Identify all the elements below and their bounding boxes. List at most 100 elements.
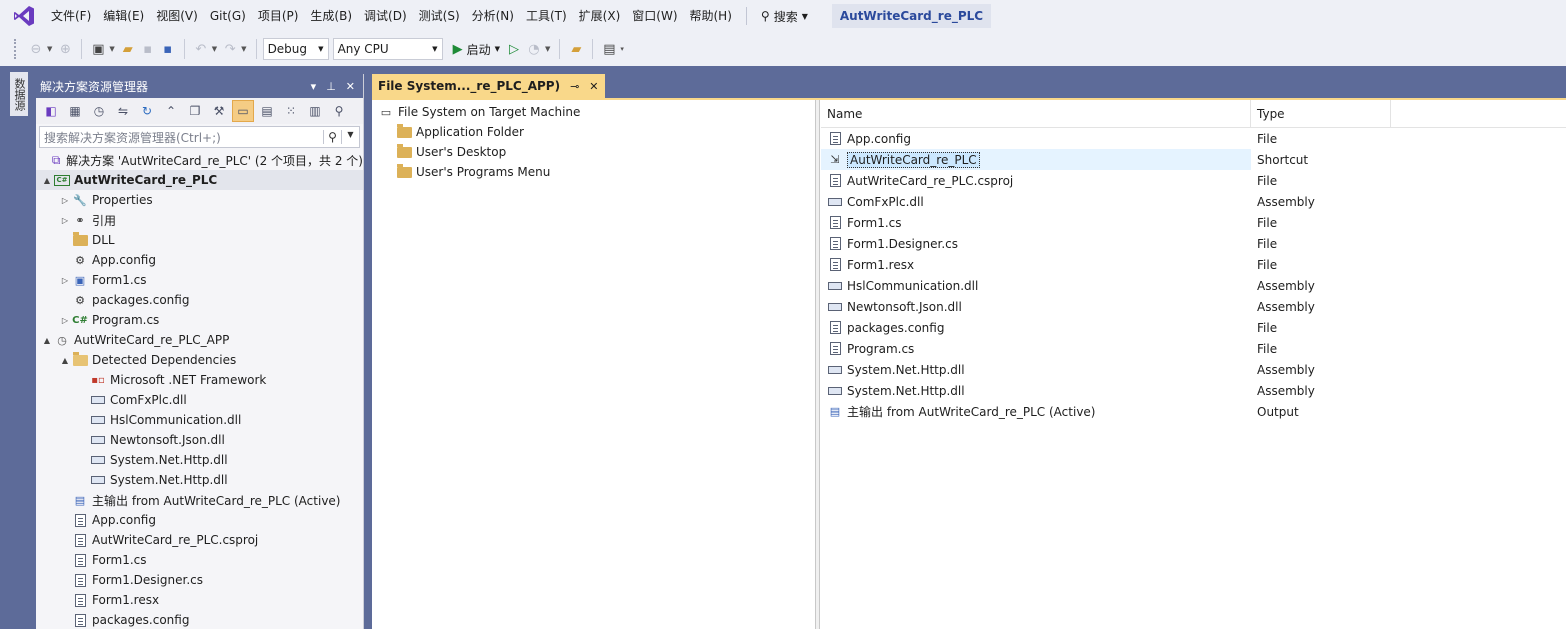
tree-item[interactable]: ▤ 主输出 from AutWriteCard_re_PLC (Active)	[36, 490, 363, 510]
tree-item[interactable]: ⚙ App.config	[36, 250, 363, 270]
start-without-debugging-icon[interactable]: ▷	[504, 38, 524, 60]
tree-item[interactable]: System.Net.Http.dll	[36, 470, 363, 490]
tree-item[interactable]: packages.config	[36, 610, 363, 629]
menu-item[interactable]: 扩展(X)	[573, 0, 627, 32]
tree-item[interactable]: AutWriteCard_re_PLC.csproj	[36, 530, 363, 550]
navigate-back-icon[interactable]: ⊖	[26, 38, 46, 60]
data-sources-tab[interactable]: 数据源	[10, 72, 28, 116]
save-icon[interactable]: ▪	[138, 38, 158, 60]
menu-item[interactable]: 文件(F)	[45, 0, 97, 32]
pin-icon[interactable]: ⊥	[326, 80, 336, 93]
tree-item[interactable]: ComFxPlc.dll	[36, 390, 363, 410]
list-item[interactable]: Program.cs File	[821, 338, 1566, 359]
preview-selected-items-icon[interactable]: ▭	[232, 100, 254, 122]
fs-tree-item[interactable]: User's Programs Menu	[372, 162, 815, 182]
list-item[interactable]: ▤ 主输出 from AutWriteCard_re_PLC (Active) Ou…	[821, 401, 1566, 422]
fs-tree-item[interactable]: User's Desktop	[372, 142, 815, 162]
expand-toggle-icon[interactable]: ▷	[58, 316, 72, 325]
menu-item[interactable]: Git(G)	[204, 0, 252, 32]
fs-tree-item[interactable]: Application Folder	[372, 122, 815, 142]
tree-item[interactable]: Newtonsoft.Json.dll	[36, 430, 363, 450]
tree-item[interactable]: DLL	[36, 230, 363, 250]
new-project-icon[interactable]: ▣	[88, 38, 108, 60]
navigate-forward-icon[interactable]: ⊕	[55, 38, 75, 60]
collapse-all-icon[interactable]: ⌃	[160, 100, 182, 122]
column-header-type[interactable]: Type	[1251, 100, 1391, 127]
hot-reload-dropdown-icon[interactable]: ▼	[545, 45, 550, 53]
tree-item[interactable]: HslCommunication.dll	[36, 410, 363, 430]
file-types-editor-icon[interactable]: ▥	[304, 100, 326, 122]
properties-icon[interactable]: ⚒	[208, 100, 230, 122]
close-tab-icon[interactable]: ✕	[589, 80, 598, 93]
toolbar-grip[interactable]	[14, 39, 18, 59]
expand-toggle-icon[interactable]: ▲	[40, 176, 54, 185]
undo-dropdown-icon[interactable]: ▼	[212, 45, 217, 53]
switch-views-icon[interactable]: ◧	[40, 100, 62, 122]
expand-toggle-icon[interactable]: ▲	[58, 356, 72, 365]
tab-file-system[interactable]: File System..._re_PLC_APP) ⊸ ✕	[372, 74, 605, 98]
sync-with-document-icon[interactable]: ⇋	[112, 100, 134, 122]
back-dropdown-icon[interactable]: ▼	[47, 45, 52, 53]
tree-item[interactable]: ▷ C# Program.cs	[36, 310, 363, 330]
tree-item[interactable]: ▲ C# AutWriteCard_re_PLC	[36, 170, 363, 190]
tree-item[interactable]: ⚙ packages.config	[36, 290, 363, 310]
list-item[interactable]: System.Net.Http.dll Assembly	[821, 380, 1566, 401]
tree-item[interactable]: Form1.resx	[36, 590, 363, 610]
tree-item[interactable]: Form1.Designer.cs	[36, 570, 363, 590]
search-options-icon[interactable]: ▼	[341, 130, 359, 144]
file-system-editor-icon[interactable]: ▤	[256, 100, 278, 122]
menu-item[interactable]: 分析(N)	[466, 0, 520, 32]
expand-toggle-icon[interactable]: ▷	[58, 276, 72, 285]
menu-item[interactable]: 编辑(E)	[97, 0, 150, 32]
tree-item[interactable]: ⧉ 解决方案 'AutWriteCard_re_PLC' (2 个项目，共 2 个…	[36, 150, 363, 170]
home-icon[interactable]: ▦	[64, 100, 86, 122]
window-position-icon[interactable]: ▾	[311, 80, 317, 93]
refresh-icon[interactable]: ↻	[136, 100, 158, 122]
start-debugging-button[interactable]: ▶ 启动 ▼	[449, 41, 504, 58]
menu-item[interactable]: 帮助(H)	[684, 0, 738, 32]
new-dropdown-icon[interactable]: ▼	[109, 45, 114, 53]
menu-item[interactable]: 工具(T)	[520, 0, 573, 32]
toolbar-options-icon[interactable]: ▾	[620, 45, 624, 53]
list-item[interactable]: App.config File	[821, 128, 1566, 149]
pin-tab-icon[interactable]: ⊸	[570, 80, 579, 93]
close-icon[interactable]: ✕	[346, 80, 355, 93]
tree-item[interactable]: ▷ ▣ Form1.cs	[36, 270, 363, 290]
menu-item[interactable]: 生成(B)	[304, 0, 358, 32]
redo-dropdown-icon[interactable]: ▼	[241, 45, 246, 53]
expand-toggle-icon[interactable]: ▲	[40, 336, 54, 345]
registry-editor-icon[interactable]: ⁙	[280, 100, 302, 122]
redo-icon[interactable]: ↷	[220, 38, 240, 60]
open-folder-icon[interactable]: ▰	[118, 38, 138, 60]
window-layout-icon[interactable]: ▤	[599, 38, 619, 60]
tree-item[interactable]: ▷ 🔧 Properties	[36, 190, 363, 210]
visual-studio-logo-icon[interactable]	[11, 3, 37, 29]
search-icon[interactable]: ⚲	[323, 130, 341, 144]
custom-actions-editor-icon[interactable]: ⚲	[328, 100, 350, 122]
tree-item[interactable]: System.Net.Http.dll	[36, 450, 363, 470]
undo-icon[interactable]: ↶	[191, 38, 211, 60]
solution-search-input[interactable]: 搜索解决方案资源管理器(Ctrl+;) ⚲ ▼	[39, 126, 360, 148]
solution-configuration-select[interactable]: Debug ▼	[262, 38, 329, 60]
tree-item[interactable]: App.config	[36, 510, 363, 530]
save-all-icon[interactable]: ▪	[158, 38, 178, 60]
menu-item[interactable]: 项目(P)	[252, 0, 305, 32]
show-all-files-icon[interactable]: ❐	[184, 100, 206, 122]
tree-item[interactable]: ▲ ◷ AutWriteCard_re_PLC_APP	[36, 330, 363, 350]
column-header-name[interactable]: Name	[821, 100, 1251, 127]
tree-item[interactable]: ▷ ⚭ 引用	[36, 210, 363, 230]
list-item[interactable]: Form1.Designer.cs File	[821, 233, 1566, 254]
list-item[interactable]: Form1.resx File	[821, 254, 1566, 275]
menu-item[interactable]: 调试(D)	[358, 0, 413, 32]
fs-tree-item[interactable]: ▭ File System on Target Machine	[372, 102, 815, 122]
hot-reload-icon[interactable]: ◔	[524, 38, 544, 60]
list-item[interactable]: ⇲ AutWriteCard_re_PLC Shortcut	[821, 149, 1566, 170]
list-item[interactable]: Form1.cs File	[821, 212, 1566, 233]
list-item[interactable]: Newtonsoft.Json.dll Assembly	[821, 296, 1566, 317]
list-item[interactable]: packages.config File	[821, 317, 1566, 338]
tree-item[interactable]: ▪▫ Microsoft .NET Framework	[36, 370, 363, 390]
list-item[interactable]: HslCommunication.dll Assembly	[821, 275, 1566, 296]
list-item[interactable]: ComFxPlc.dll Assembly	[821, 191, 1566, 212]
menu-item[interactable]: 视图(V)	[150, 0, 204, 32]
expand-toggle-icon[interactable]: ▷	[58, 216, 72, 225]
